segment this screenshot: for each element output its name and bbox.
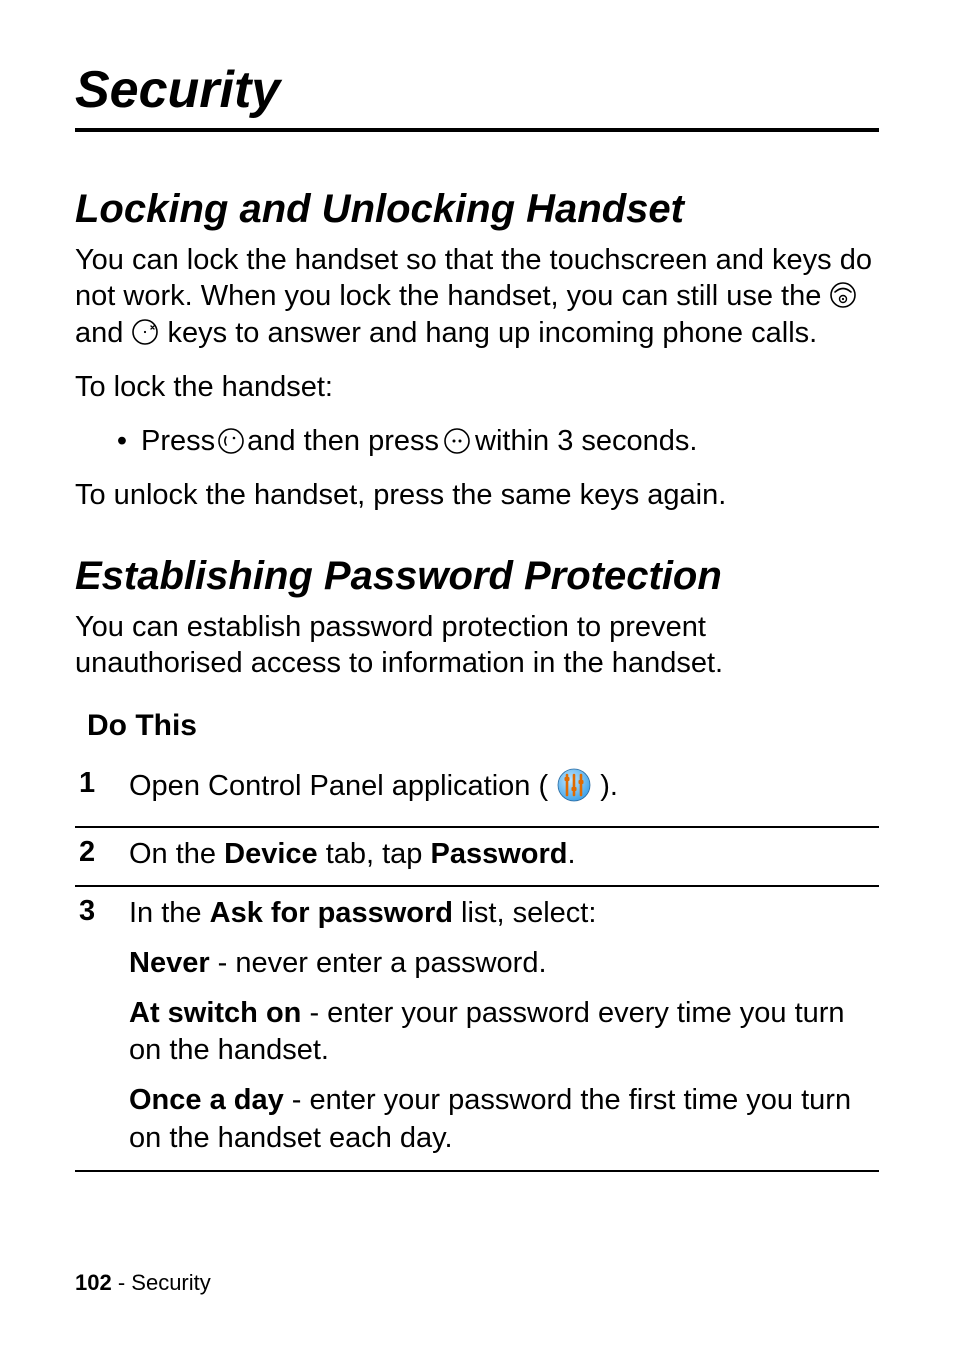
ui-label-device: Device [224,838,318,870]
text: In the [129,897,210,929]
lock-key-2-icon [443,427,471,455]
text: Open Control Panel application ( [129,770,556,802]
step-body: On the Device tab, tap Password. [129,836,879,878]
step-body: In the Ask for password list, select: Ne… [129,895,879,1161]
text: and then press [247,423,439,459]
text: tab, tap [318,838,431,870]
call-answer-key-icon [829,281,857,309]
table-row: 3 In the Ask for password list, select: … [75,885,879,1171]
lock-paragraph-3: To unlock the handset, press the same ke… [75,477,879,513]
step-number: 2 [75,836,129,869]
ui-label-at-switch-on: At switch on [129,997,301,1029]
lock-paragraph-2: To lock the handset: [75,369,879,405]
bullet-icon: • [103,423,141,459]
text: - never enter a password. [210,947,547,979]
ui-label-once-a-day: Once a day [129,1084,284,1116]
control-panel-app-icon [556,767,592,814]
text: ). [592,770,618,802]
text: Press [141,423,215,459]
text: keys to answer and hang up incoming phon… [159,317,817,349]
text: list, select: [453,897,596,929]
section-title-password: Establishing Password Protection [75,554,879,599]
step-body: Open Control Panel application ( ). [129,767,879,818]
ui-label-password: Password [431,838,568,870]
footer-section-name: Security [131,1270,210,1295]
table-row: 1 Open Control Panel application ( ). [75,753,879,826]
ui-label-never: Never [129,947,210,979]
text: and [75,317,131,349]
text: . [568,838,576,870]
lock-key-1-icon [217,427,245,455]
page: Security Locking and Unlocking Handset Y… [0,0,954,1348]
step-number: 1 [75,767,129,800]
step-number: 3 [75,895,129,928]
ui-label-ask-for-password: Ask for password [210,897,453,929]
text: You can lock the handset so that the tou… [75,244,872,312]
steps-table: Do This 1 Open Control Panel application… [75,699,879,1172]
password-paragraph-1: You can establish password protection to… [75,609,879,682]
page-number: 102 [75,1270,112,1295]
table-header: Do This [75,699,879,753]
text: within 3 seconds. [475,423,697,459]
chapter-title: Security [75,60,879,120]
section-title-locking: Locking and Unlocking Handset [75,187,879,232]
lock-paragraph-1: You can lock the handset so that the tou… [75,242,879,351]
lock-bullet: • Press and then press within 3 seconds. [75,423,879,459]
call-end-key-icon [131,318,159,346]
footer-sep: - [112,1270,132,1295]
table-row: 2 On the Device tab, tap Password. [75,826,879,886]
text: On the [129,838,224,870]
page-footer: 102 - Security [75,1270,211,1296]
chapter-rule [75,128,879,132]
